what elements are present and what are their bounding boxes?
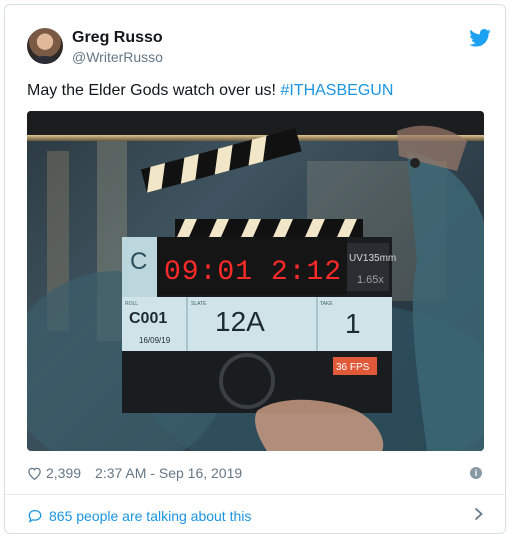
clapperboard-photo: C 09:01 2:12:1 UV135mm 1.65x ROLL SLATE … [27,111,484,451]
slate-roll-label: ROLL [125,301,138,307]
slate-timecode: 09:01 2:12:1 [164,257,378,288]
tweet-text-body: May the Elder Gods watch over us! [27,82,281,99]
svg-text:C: C [130,248,147,275]
tweet-meta: 2,399 2:37 AM - Sep 16, 2019 [27,465,242,481]
tweet-timestamp[interactable]: 2:37 AM - Sep 16, 2019 [95,465,242,481]
slate-stop: 1.65x [357,274,384,286]
slate-scene: 12A [215,306,265,337]
tweet-card: Greg Russo @WriterRusso May the Elder Go… [4,4,506,534]
author-name[interactable]: Greg Russo [72,29,163,47]
slate-lens: UV135mm [349,253,396,264]
author-handle[interactable]: @WriterRusso [72,49,163,65]
twitter-bird-icon[interactable] [469,29,491,47]
hashtag-link[interactable]: #ITHASBEGUN [280,82,393,99]
divider [5,494,505,495]
info-icon[interactable]: i [470,467,482,479]
talking-link[interactable]: 865 people are talking about this [27,508,251,524]
slate-date: 16/09/19 [139,336,171,345]
chevron-right-icon[interactable] [474,507,483,521]
tweet-text: May the Elder Gods watch over us! #ITHAS… [27,82,393,100]
talking-text: 865 people are talking about this [49,508,252,524]
speech-bubble-icon [28,509,42,523]
tweet-photo[interactable]: C 09:01 2:12:1 UV135mm 1.65x ROLL SLATE … [27,111,484,451]
slate-take-label: TAKE [320,301,333,307]
slate-fps: 36 FPS [336,362,370,373]
like-count[interactable]: 2,399 [46,465,81,481]
author-avatar[interactable] [27,28,63,64]
slate-scene-label: SLATE [191,301,207,307]
slate-take: 1 [345,308,361,339]
heart-icon[interactable] [27,466,42,480]
slate-roll: C001 [129,310,167,327]
